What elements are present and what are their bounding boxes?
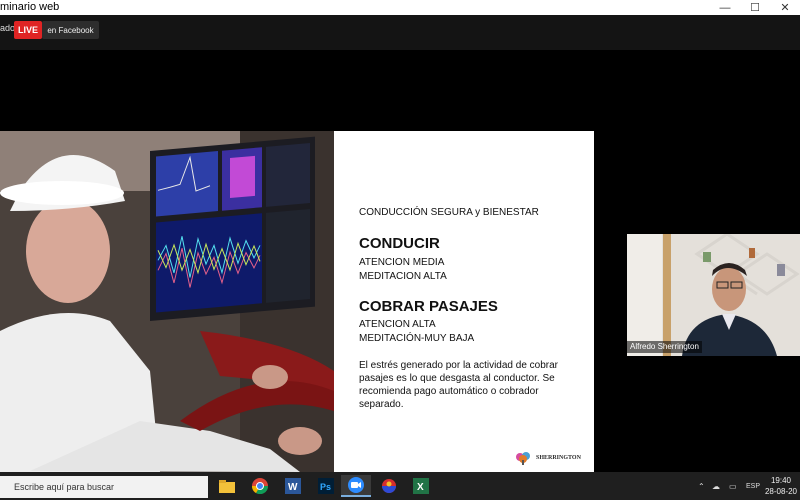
logo-text: SHERRINGTON	[536, 455, 581, 461]
tree-icon	[516, 452, 530, 465]
file-explorer-icon[interactable]	[212, 475, 242, 497]
svg-text:Ps: Ps	[320, 482, 331, 492]
slide-heading: CONDUCCIÓN SEGURA y BIENESTAR	[359, 207, 539, 218]
app-icon[interactable]	[374, 475, 404, 497]
live-badge[interactable]: LIVE	[14, 21, 42, 39]
taskbar-search-input[interactable]: Escribe aquí para buscar	[0, 476, 208, 498]
facebook-live-button[interactable]: en Facebook	[42, 21, 99, 39]
section1-line1: ATENCION MEDIA	[359, 257, 445, 268]
clock-date: 28-08-20	[764, 487, 798, 496]
section2-line1: ATENCION ALTA	[359, 319, 436, 330]
chrome-icon[interactable]	[245, 475, 275, 497]
participant-video[interactable]: Alfredo Sherrington	[627, 234, 800, 356]
battery-icon[interactable]: ▭	[729, 472, 737, 500]
slide-text-panel: CONDUCCIÓN SEGURA y BIENESTAR CONDUCIR A…	[334, 131, 594, 472]
cloud-icon[interactable]: ☁	[712, 472, 720, 500]
participant-camera-image	[627, 234, 800, 356]
meeting-stage: CONDUCCIÓN SEGURA y BIENESTAR CONDUCIR A…	[0, 50, 800, 472]
section-title-cobrar: COBRAR PASAJES	[359, 298, 498, 315]
excel-icon[interactable]: X	[406, 475, 436, 497]
zoom-icon[interactable]	[341, 475, 371, 497]
driver-photo-image	[0, 131, 334, 472]
system-clock[interactable]: 19:40 28-08-20	[762, 475, 800, 497]
windows-taskbar: Escribe aquí para buscar W Ps X ⌃ ☁ ▭ ES…	[0, 472, 800, 500]
chevron-up-icon[interactable]: ⌃	[698, 472, 705, 500]
window-titlebar: minario web — ☐ ✕	[0, 0, 800, 15]
participant-name-label: Alfredo Sherrington	[627, 341, 702, 353]
minimize-button[interactable]: —	[710, 0, 740, 15]
recording-label: ado	[0, 23, 16, 33]
slide-paragraph: El estrés generado por la actividad de c…	[359, 360, 559, 410]
shared-slide: CONDUCCIÓN SEGURA y BIENESTAR CONDUCIR A…	[0, 131, 594, 472]
section1-line2: MEDITACION ALTA	[359, 271, 447, 282]
close-button[interactable]: ✕	[770, 0, 800, 15]
clock-time: 19:40	[770, 476, 792, 485]
slide-photo	[0, 131, 334, 472]
sherrington-logo: SHERRINGTON	[514, 451, 581, 465]
maximize-button[interactable]: ☐	[740, 0, 770, 15]
language-indicator[interactable]: ESP	[746, 472, 760, 500]
svg-text:X: X	[417, 482, 424, 493]
meeting-topbar: ado LIVE en Facebook	[0, 15, 800, 50]
svg-text:W: W	[288, 482, 298, 493]
section2-line2: MEDITACIÓN-MUY BAJA	[359, 333, 475, 344]
window-title: minario web	[0, 1, 60, 13]
section-title-conducir: CONDUCIR	[359, 235, 440, 252]
word-icon[interactable]: W	[278, 475, 308, 497]
photoshop-icon[interactable]: Ps	[311, 475, 341, 497]
